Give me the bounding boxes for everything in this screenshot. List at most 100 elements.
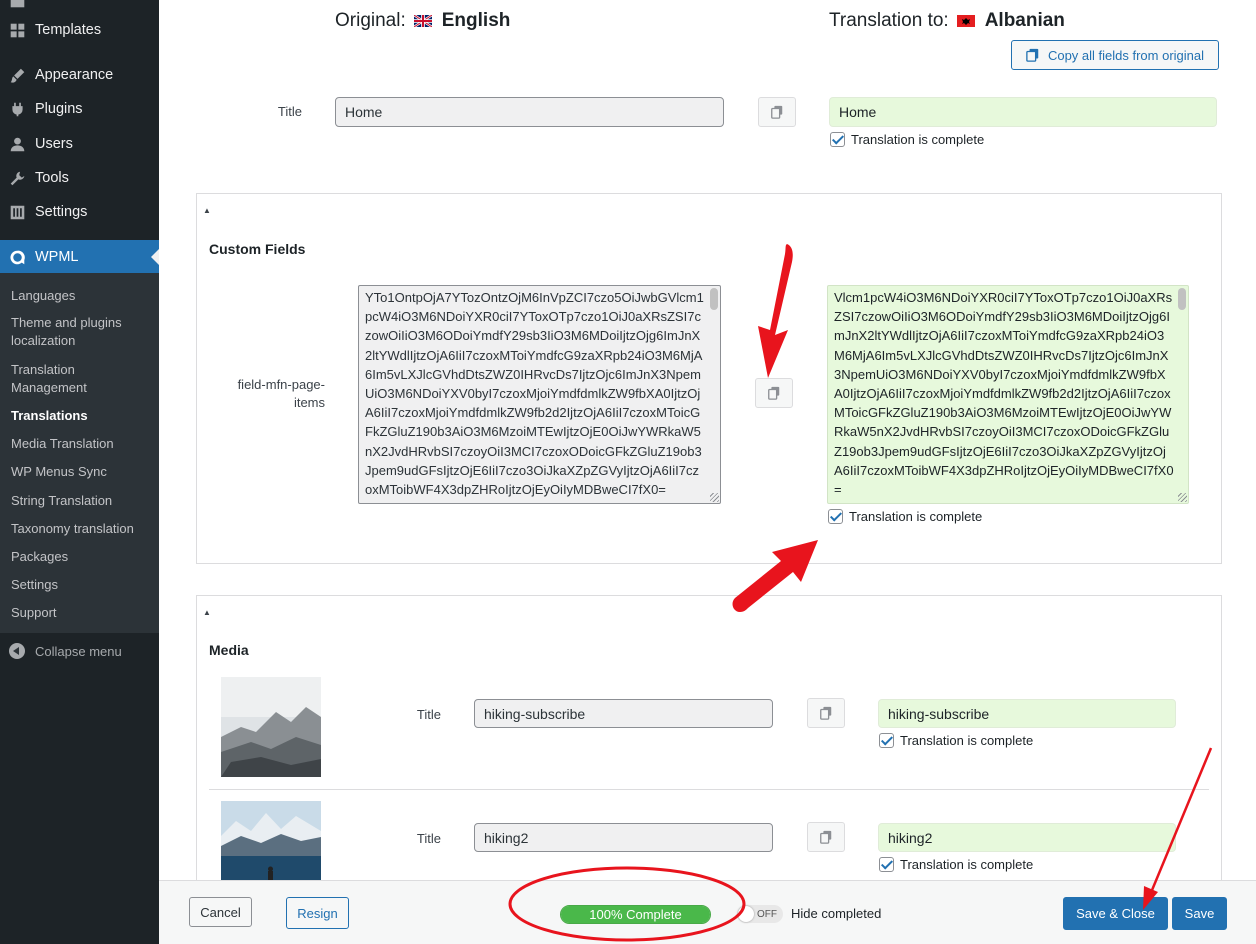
submenu-string-translation[interactable]: String Translation (11, 492, 151, 510)
submenu-support[interactable]: Support (11, 604, 151, 622)
media-complete-checkbox[interactable]: Translation is complete (879, 857, 1033, 872)
checkbox-checked[interactable] (828, 509, 843, 524)
copy-icon (820, 706, 832, 720)
complete-label: Translation is complete (849, 509, 983, 524)
translation-language-name: Albanian (984, 10, 1065, 31)
submenu-theme-plugins-localization[interactable]: Theme and plugins localization (11, 314, 151, 350)
title-field-label: Title (277, 104, 302, 119)
copy-all-label: Copy all fields from original (1047, 47, 1205, 63)
collapse-arrow-icon[interactable]: ▲ (203, 206, 211, 215)
translation-language-header: Translation to: Albanian (829, 10, 1065, 32)
media-translation-field[interactable]: hiking-subscribe (878, 699, 1176, 728)
copy-icon (1026, 48, 1039, 62)
sidebar-item-settings[interactable]: Settings (0, 195, 159, 229)
sidebar-item-wpml[interactable]: WPML (0, 240, 159, 274)
copy-icon (820, 830, 832, 844)
complete-label: Translation is complete (900, 857, 1034, 872)
hiking-subscribe-thumbnail (221, 677, 321, 777)
submenu-translation-management[interactable]: Translation Management (11, 361, 151, 397)
wpml-icon (8, 248, 26, 266)
copy-media-title-button[interactable] (807, 822, 845, 852)
copy-media-title-button[interactable] (807, 698, 845, 728)
media-title-label: Title (416, 707, 441, 722)
custom-fields-heading: Custom Fields (209, 241, 306, 257)
copy-all-fields-button[interactable]: Copy all fields from original (1011, 40, 1219, 70)
submenu-languages[interactable]: Languages (11, 287, 151, 305)
hide-completed-label: Hide completed (791, 906, 882, 921)
sidebar-item-appearance[interactable]: Appearance (0, 58, 159, 92)
save-and-close-button[interactable]: Save & Close (1063, 897, 1168, 930)
sidebar-item-templates[interactable]: Templates (0, 13, 159, 47)
custom-field-complete-checkbox[interactable]: Translation is complete (828, 509, 982, 524)
hide-completed-toggle[interactable]: OFF (737, 905, 783, 923)
media-translation-field[interactable]: hiking2 (878, 823, 1176, 852)
scrollbar[interactable] (1178, 288, 1186, 310)
save-button[interactable]: Save (1172, 897, 1227, 930)
original-textarea-content: YTo1OntpOjA7YTozOntzOjM6InVpZCI7czo5OiJw… (365, 290, 704, 498)
sidebar-item-label: Appearance (35, 67, 114, 83)
title-original-field: Home (335, 97, 724, 127)
checkbox-checked[interactable] (879, 857, 894, 872)
divider (209, 789, 1209, 790)
templates-icon (8, 21, 26, 39)
sidebar-item-users[interactable]: Users (0, 127, 159, 161)
hiking2-thumbnail (221, 801, 321, 880)
copy-icon (768, 386, 780, 400)
plugin-icon (8, 100, 26, 118)
sidebar-item-label: WPML (35, 249, 79, 265)
resize-handle[interactable] (710, 493, 719, 502)
custom-fields-panel: ▲ Custom Fields field-mfn-page-items YTo… (196, 193, 1222, 564)
original-language-name: English (441, 10, 511, 31)
title-complete-checkbox[interactable]: Translation is complete (830, 132, 984, 147)
resize-handle[interactable] (1178, 493, 1187, 502)
translation-editor: Original: English Translation to: Albani… (159, 0, 1256, 880)
complete-label: Translation is complete (851, 132, 985, 147)
submenu-packages[interactable]: Packages (11, 548, 151, 566)
media-complete-checkbox[interactable]: Translation is complete (879, 733, 1033, 748)
submenu-media-translation[interactable]: Media Translation (11, 435, 151, 453)
copy-custom-field-button[interactable] (755, 378, 793, 408)
checkbox-checked[interactable] (879, 733, 894, 748)
custom-field-original-textarea: YTo1OntpOjA7YTozOntzOjM6InVpZCI7czo5OiJw… (358, 285, 721, 504)
sidebar-item-plugins[interactable]: Plugins (0, 92, 159, 126)
original-label: Original: (335, 10, 406, 31)
media-original-field: hiking-subscribe (474, 699, 773, 728)
paintbrush-icon (8, 66, 26, 84)
custom-field-translation-textarea[interactable]: Vlcm1pcW4iO3M6NDoiYXR0ciI7YToxOTp7czo1Oi… (827, 285, 1189, 504)
collapse-label: Collapse menu (35, 643, 122, 659)
layouts-icon (8, 0, 26, 9)
sidebar-item-label: Templates (35, 22, 102, 38)
progress-label: 100% Complete (589, 907, 682, 922)
albania-flag-icon (956, 15, 975, 27)
media-panel: ▲ Media Title hiking-subscribe hiking-su… (196, 595, 1222, 880)
original-language-header: Original: English (335, 10, 510, 32)
copy-icon (771, 105, 783, 119)
submenu-wp-menus-sync[interactable]: WP Menus Sync (11, 463, 151, 481)
submenu-translations[interactable]: Translations (11, 407, 151, 425)
custom-field-label: field-mfn-page-items (237, 377, 325, 410)
collapse-arrow-icon[interactable]: ▲ (203, 608, 211, 617)
title-translation-field[interactable]: Home (829, 97, 1217, 127)
scrollbar[interactable] (710, 288, 718, 310)
translation-label: Translation to: (829, 10, 949, 31)
sidebar-item-tools[interactable]: Tools (0, 161, 159, 195)
active-indicator (151, 249, 159, 265)
submenu-settings[interactable]: Settings (11, 576, 151, 594)
collapse-icon (9, 643, 25, 659)
collapse-menu-button[interactable]: Collapse menu (0, 637, 159, 665)
media-title-label: Title (416, 831, 441, 846)
media-original-field: hiking2 (474, 823, 773, 852)
resign-button[interactable]: Resign (286, 897, 349, 929)
admin-sidebar: Templates Appearance Plugins Users Tools… (0, 0, 159, 944)
media-heading: Media (209, 642, 249, 658)
sidebar-item-label: Tools (35, 170, 69, 186)
translation-textarea-content: Vlcm1pcW4iO3M6NDoiYXR0ciI7YToxOTp7czo1Oi… (834, 290, 1174, 498)
cancel-button[interactable]: Cancel (189, 897, 252, 927)
copy-title-button[interactable] (758, 97, 796, 127)
sidebar-item-label: Users (35, 136, 73, 152)
wrench-icon (8, 169, 26, 187)
checkbox-checked[interactable] (830, 132, 845, 147)
toggle-state-label: OFF (757, 908, 777, 920)
sidebar-item-label: Plugins (35, 101, 83, 117)
submenu-taxonomy-translation[interactable]: Taxonomy translation (11, 520, 151, 538)
